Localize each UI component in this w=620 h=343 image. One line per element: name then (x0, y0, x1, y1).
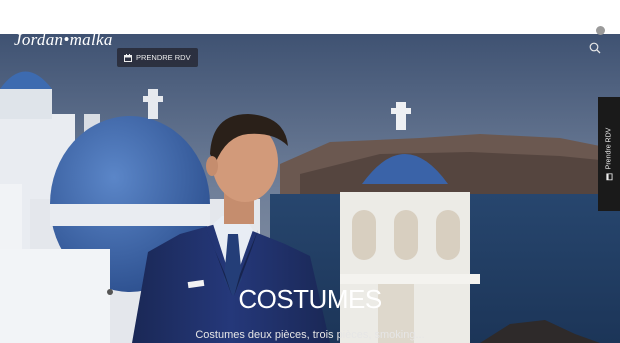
side-appointment-tab[interactable]: Prendre RDV (598, 97, 620, 211)
book-appointment-button[interactable]: PRENDRE RDV (117, 48, 198, 67)
book-appointment-label: PRENDRE RDV (136, 53, 191, 62)
calendar-icon (606, 173, 613, 181)
top-bar (0, 0, 620, 34)
brand-logo[interactable]: Jordan•malka (14, 34, 113, 50)
hero-title: COSTUMES (238, 284, 382, 314)
scroll-indicator-icon[interactable] (596, 26, 605, 35)
hero-banner: Jordan•malka PRENDRE RDV Prendre RDV COS… (0, 34, 620, 343)
side-tab-label: Prendre RDV (605, 127, 613, 170)
search-icon[interactable] (589, 42, 601, 54)
hero-subtitle: Costumes deux pièces, trois pièces, smok… (195, 329, 425, 341)
calendar-icon (124, 53, 132, 62)
